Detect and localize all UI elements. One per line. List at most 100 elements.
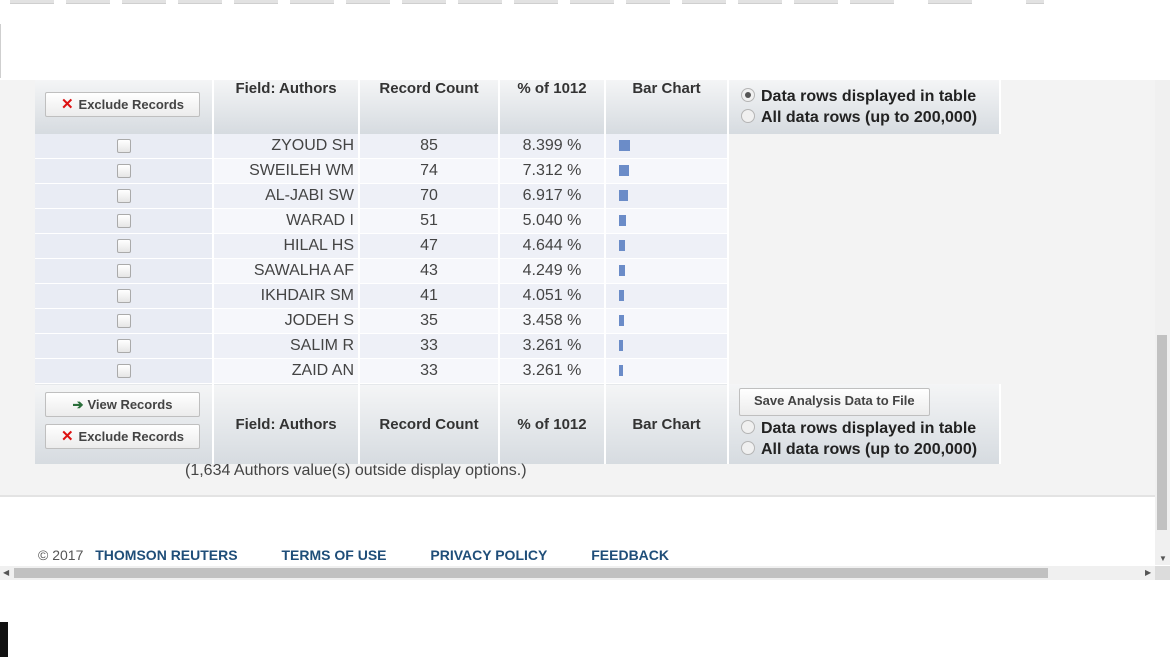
toolbar-tab[interactable] [794,0,838,4]
table-row: HILAL HS 47 4.644 % [35,233,1000,259]
toolbar-tab[interactable] [178,0,222,4]
toolbar-tab[interactable] [66,0,110,4]
table-row: SWEILEH WM 74 7.312 % [35,158,1000,184]
table-row: SAWALHA AF 43 4.249 % [35,258,1000,284]
row-select-cell [35,183,214,209]
option-displayed-rows[interactable]: Data rows displayed in table [741,419,976,438]
vertical-scrollbar[interactable]: ▼ [1155,80,1170,565]
exclude-records-button[interactable]: ✕ Exclude Records [45,424,200,449]
row-checkbox[interactable] [116,313,131,328]
column-header-percent: % of 1012 [499,80,606,134]
view-records-button[interactable]: ➔ View Records [45,392,200,417]
row-select-cell [35,258,214,284]
table-row: ZYOUD SH 85 8.399 % [35,134,1000,159]
bar-mark [619,165,629,177]
toolbar-tab[interactable] [290,0,334,4]
radio-button[interactable] [741,440,755,455]
toolbar-tab[interactable] [234,0,278,4]
toolbar-tab[interactable] [514,0,558,4]
scroll-right-arrow-icon[interactable]: ▶ [1145,568,1151,577]
row-checkbox[interactable] [116,338,131,353]
author-name: HILAL HS [213,233,360,259]
row-checkbox[interactable] [116,138,131,153]
outside-display-note: (1,634 Authors value(s) outside display … [185,462,527,479]
column-header-percent: % of 1012 [499,383,606,464]
empty-cell [728,333,1000,359]
percent-value: 8.399 % [499,134,606,159]
row-select-cell [35,134,214,159]
toolbar-tab[interactable] [458,0,502,4]
bar-cell [605,158,729,184]
bar-cell [605,258,729,284]
bar-mark [619,140,630,152]
toolbar-tab[interactable] [738,0,782,4]
row-checkbox[interactable] [116,163,131,178]
toolbar-tab[interactable] [626,0,670,4]
percent-value: 7.312 % [499,158,606,184]
row-select-cell [35,233,214,259]
toolbar-tab[interactable] [10,0,54,4]
footer-link-privacy-policy[interactable]: PRIVACY POLICY [430,547,547,563]
radio-button[interactable] [741,88,755,102]
column-header-count[interactable]: Record Count [359,80,500,134]
copyright: © 2017 [38,547,84,563]
table-header-bottom: ➔ View Records ✕ Exclude Records Field: Auth… [35,383,1001,464]
toolbar-tab[interactable] [1026,0,1044,4]
toolbar-tab[interactable] [850,0,894,4]
scrollbar-thumb[interactable] [1157,335,1167,530]
author-name: SAWALHA AF [213,258,360,284]
percent-value: 3.261 % [499,358,606,384]
column-header-field[interactable]: Field: Authors [213,383,360,464]
table-row: AL-JABI SW 70 6.917 % [35,183,1000,209]
horizontal-scrollbar[interactable]: ◀ ▶ [0,566,1155,580]
toolbar-tab[interactable] [682,0,726,4]
empty-cell [728,183,1000,209]
percent-value: 5.040 % [499,208,606,234]
row-checkbox[interactable] [116,263,131,278]
bar-mark [619,265,625,277]
option-all-rows[interactable]: All data rows (up to 200,000) [741,440,977,459]
exclude-records-button[interactable]: ✕ Exclude Records [45,92,200,117]
radio-button[interactable] [741,419,755,434]
toolbar-tab[interactable] [570,0,614,4]
author-name: ZYOUD SH [213,134,360,159]
record-count: 74 [359,158,500,184]
row-checkbox[interactable] [116,188,131,203]
record-count: 43 [359,258,500,284]
column-header-count[interactable]: Record Count [359,383,500,464]
top-toolbar-strip [0,0,1170,5]
footer: © 2017 THOMSON REUTERS TERMS OF USE PRIV… [38,547,709,563]
scroll-left-arrow-icon[interactable]: ◀ [3,568,9,577]
toolbar-tab[interactable] [402,0,446,4]
toolbar-tab[interactable] [122,0,166,4]
row-checkbox[interactable] [116,363,131,378]
row-checkbox[interactable] [116,213,131,228]
scroll-down-arrow-icon[interactable]: ▼ [1159,554,1167,563]
scrollbar-thumb[interactable] [14,568,1048,578]
footer-actions-cell: ➔ View Records ✕ Exclude Records [35,383,214,464]
save-options-cell: Data rows displayed in table All data ro… [728,80,1001,134]
empty-cell [728,258,1000,284]
empty-cell [728,134,1000,159]
empty-cell [728,208,1000,234]
radio-button[interactable] [741,109,755,123]
option-displayed-rows[interactable]: Data rows displayed in table [741,88,976,106]
toolbar-tab[interactable] [928,0,972,4]
analysis-table: ✕ Exclude Records Field: Authors Record C… [35,80,1001,464]
footer-link-thomson-reuters[interactable]: THOMSON REUTERS [95,547,237,563]
table-row: WARAD I 51 5.040 % [35,208,1000,234]
bar-cell [605,283,729,309]
column-header-field[interactable]: Field: Authors [213,80,360,134]
option-all-rows[interactable]: All data rows (up to 200,000) [741,109,977,127]
row-checkbox[interactable] [116,238,131,253]
author-name: ZAID AN [213,358,360,384]
footer-link-terms-of-use[interactable]: TERMS OF USE [281,547,386,563]
row-checkbox[interactable] [116,288,131,303]
bar-cell [605,308,729,334]
record-count: 51 [359,208,500,234]
bar-mark [619,365,623,377]
save-analysis-button[interactable]: Save Analysis Data to File [739,387,930,416]
footer-link-feedback[interactable]: FEEDBACK [591,547,669,563]
toolbar-tab[interactable] [346,0,390,4]
bar-mark [619,290,624,302]
